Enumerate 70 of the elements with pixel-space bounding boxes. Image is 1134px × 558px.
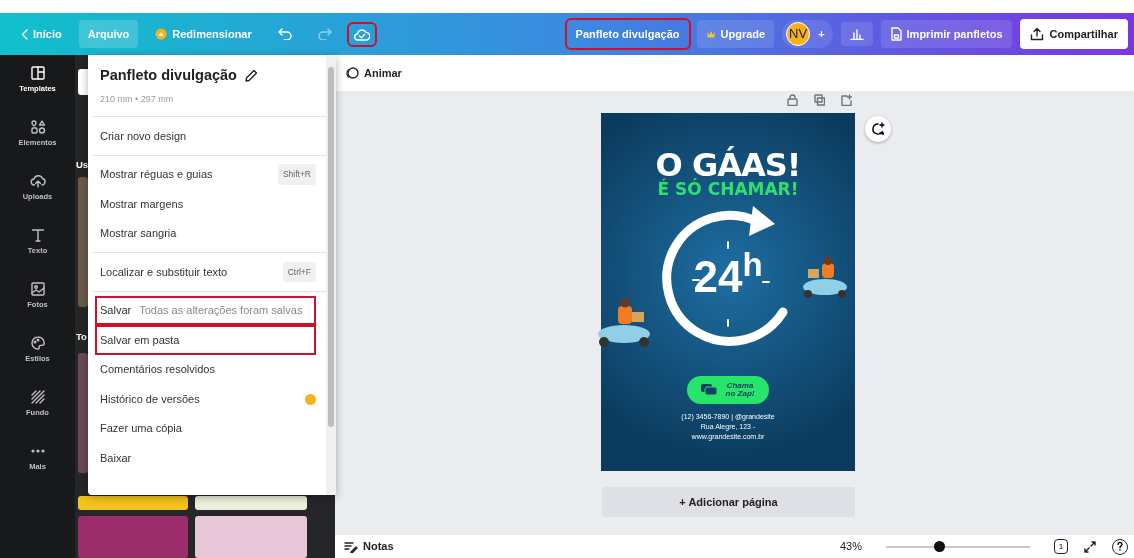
print-button[interactable]: Imprimir panfletos [880, 19, 1012, 49]
duplicate-icon[interactable] [814, 94, 825, 106]
print-document-icon [889, 27, 902, 41]
menu-item[interactable]: Localizar e substituir texto Ctrl+F [92, 257, 326, 287]
text-icon [29, 227, 46, 243]
add-page-icon[interactable] [841, 94, 852, 106]
menu-item[interactable]: Salvar em pasta [95, 325, 316, 355]
lock-icon[interactable] [787, 94, 798, 106]
scrollbar[interactable] [326, 55, 336, 495]
document-title-button[interactable]: Panfleto divulgação [566, 19, 689, 49]
crown-icon [705, 30, 716, 38]
chevron-left-icon [21, 28, 28, 40]
template-thumbnail[interactable] [78, 496, 188, 510]
template-thumbnail[interactable] [195, 516, 307, 558]
menu-item[interactable]: Fazer uma cópia [92, 413, 326, 444]
palette-icon [29, 335, 46, 351]
stripes-icon [29, 389, 46, 405]
menu-item[interactable]: Comentários resolvidos [92, 354, 326, 385]
bar-chart-icon [849, 28, 864, 40]
template-thumbnail[interactable] [78, 516, 188, 558]
animate-button[interactable]: Animar [341, 58, 406, 88]
search-field[interactable] [78, 69, 88, 95]
template-thumbnail[interactable] [78, 353, 88, 473]
scooter-rider-drawing [800, 257, 850, 299]
menu-item[interactable]: Mostrar réguas e guias Shift+R [92, 159, 326, 190]
add-page-button[interactable]: + Adicionar página [602, 487, 855, 517]
menu-title: Panfleto divulgação [100, 66, 237, 85]
chat-bubbles-icon [700, 383, 718, 397]
slider-thumb[interactable] [934, 540, 946, 552]
menu-item[interactable]: Salvar Todas as alterações foram salvas [95, 295, 316, 326]
menu-item[interactable]: Baixar [92, 443, 326, 473]
upgrade-button[interactable]: Upgrade [696, 19, 775, 49]
animate-icon [345, 66, 359, 80]
redo-icon [317, 28, 332, 40]
insights-button[interactable] [840, 22, 873, 46]
fullscreen-icon[interactable] [1084, 540, 1096, 553]
question-mark-icon [1117, 542, 1123, 551]
template-thumbnail[interactable] [78, 177, 88, 307]
section-heading: To [76, 330, 87, 344]
image-icon [29, 281, 46, 297]
zoom-percentage: 43% [839, 539, 862, 555]
shortcut-hint: Ctrl+F [282, 261, 316, 283]
menu-item[interactable]: Mostrar sangria [92, 218, 326, 249]
menu-item[interactable]: Criar novo design [92, 121, 326, 151]
menu-item[interactable]: Mostrar margens [92, 189, 326, 219]
cloud-save-button[interactable] [348, 23, 375, 45]
cloud-upload-icon [29, 173, 46, 189]
cloud-check-icon [353, 27, 370, 41]
pencil-icon[interactable] [245, 69, 258, 83]
section-heading: Us [76, 158, 89, 172]
page-count-button[interactable]: 1 [1054, 539, 1068, 554]
add-member-button[interactable]: + [814, 19, 829, 49]
cta-text: Chama no Zap! [724, 382, 756, 398]
save-status: Todas as alterações foram salvas [139, 303, 303, 319]
layout-icon [29, 65, 46, 81]
share-upload-icon [1029, 27, 1044, 41]
add-comment-button[interactable] [865, 116, 891, 142]
notes-button[interactable]: Notas [335, 532, 403, 558]
shapes-icon [29, 119, 46, 135]
notes-icon [344, 540, 358, 553]
help-button[interactable] [1112, 538, 1128, 555]
undo-icon [277, 28, 292, 40]
menu-item[interactable]: Histórico de versões [92, 384, 326, 414]
design-size: 210 mm • 297 mm [99, 92, 175, 106]
user-avatar[interactable]: NV [786, 22, 811, 46]
comment-plus-icon [871, 122, 885, 136]
template-thumbnail[interactable] [195, 496, 307, 510]
share-button[interactable]: Compartilhar [1019, 18, 1128, 50]
crown-badge-icon [155, 28, 168, 40]
shortcut-hint: Shift+R [277, 164, 316, 185]
